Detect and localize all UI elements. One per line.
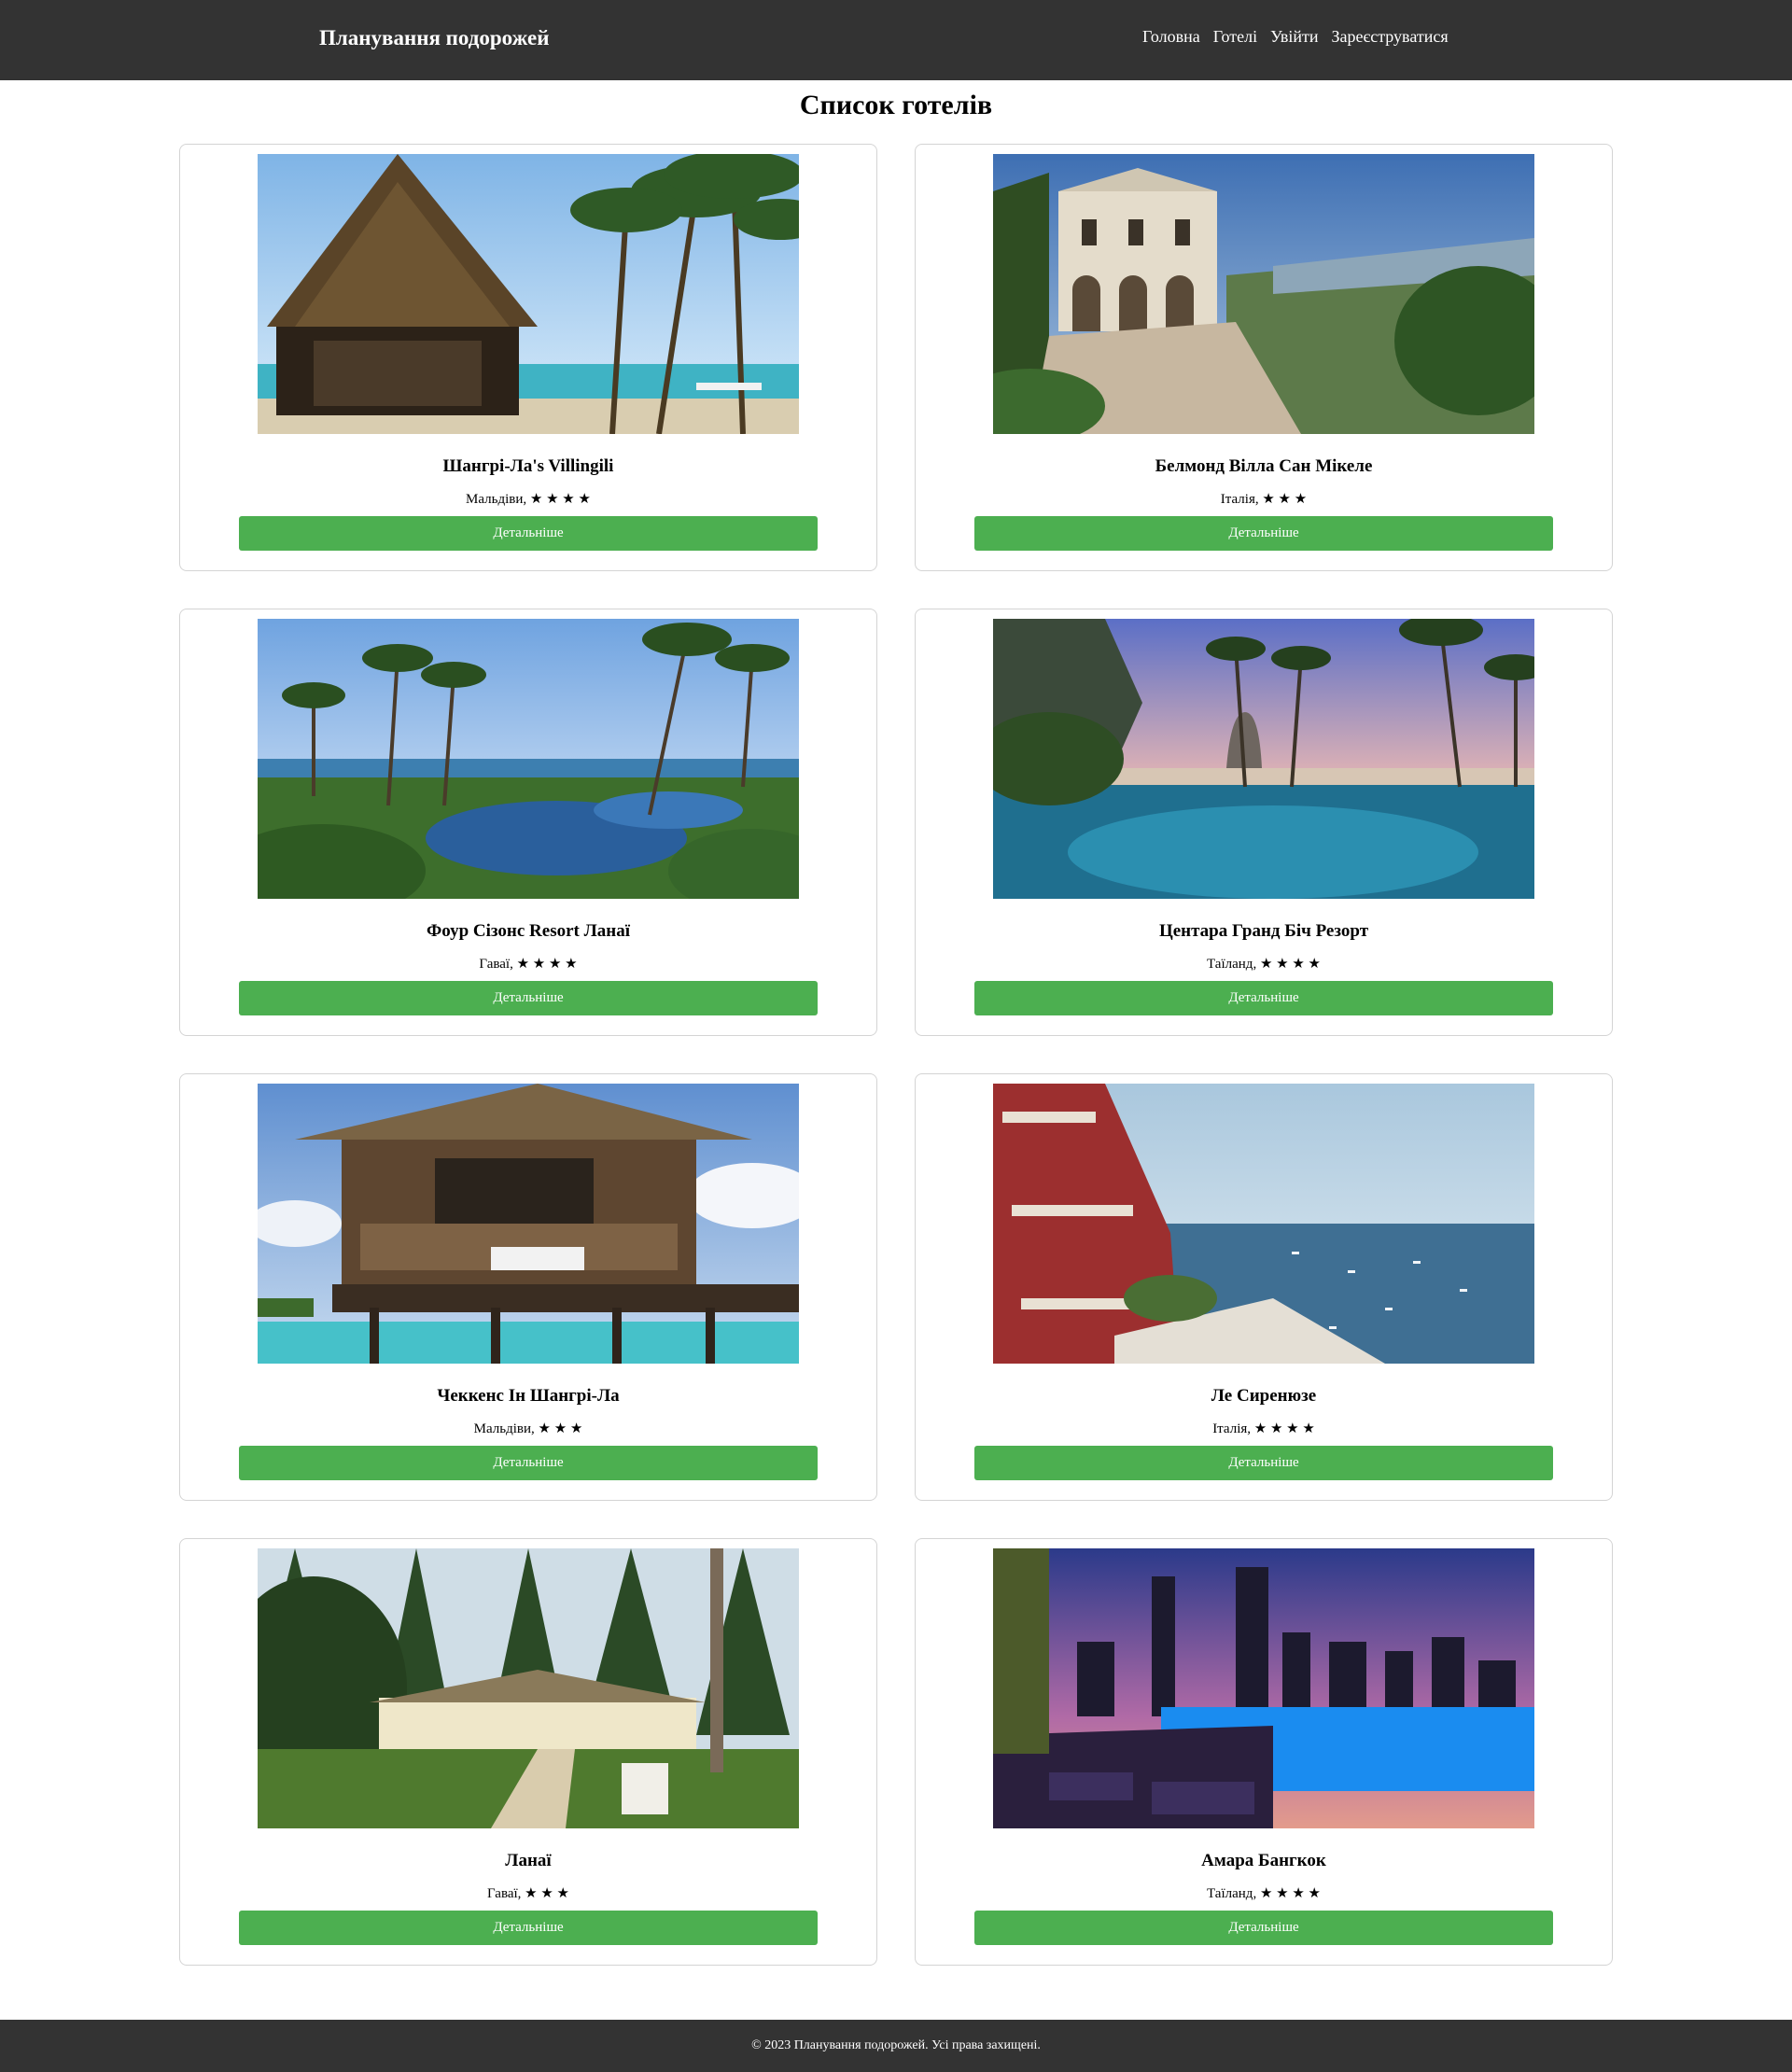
hotel-stars: ★ ★ ★ ★ (1253, 1421, 1315, 1436)
hotel-name: Ланаї (505, 1851, 552, 1870)
details-button[interactable]: Детальніше (974, 516, 1553, 551)
hotel-location-rating: Мальдіви, ★ ★ ★ ★ (466, 492, 591, 507)
hotel-location-rating: Гаваї, ★ ★ ★ ★ (479, 957, 578, 972)
hotel-card: Центара Гранд Біч Резорт Таїланд, ★ ★ ★ … (915, 609, 1613, 1036)
hotel-country: Мальдіви (473, 1421, 532, 1436)
hotel-card: Белмонд Вілла Сан Мікеле Італія, ★ ★ ★ Д… (915, 144, 1613, 571)
hotel-card: Чеккенс Ін Шангрі-Ла Мальдіви, ★ ★ ★ Дет… (179, 1073, 877, 1501)
hotel-photo-coastal-hotel (993, 1084, 1534, 1364)
hotel-country: Італія (1212, 1421, 1248, 1436)
hotel-stars: ★ ★ ★ ★ (1259, 957, 1321, 972)
nav-link-login[interactable]: Увійти (1270, 27, 1318, 47)
details-button[interactable]: Детальніше (239, 1446, 818, 1480)
hotel-card: Фоур Сізонс Resort Ланаї Гаваї, ★ ★ ★ ★ … (179, 609, 877, 1036)
hotel-stars: ★ ★ ★ ★ (529, 492, 591, 507)
hotel-location-rating: Таїланд, ★ ★ ★ ★ (1207, 1886, 1321, 1901)
hotel-location-rating: Італія, ★ ★ ★ (1220, 492, 1308, 507)
hotel-stars: ★ ★ ★ ★ (1259, 1886, 1321, 1901)
hotel-name: Чеккенс Ін Шангрі-Ла (437, 1386, 620, 1406)
nav-link-home[interactable]: Головна (1142, 27, 1200, 47)
details-button[interactable]: Детальніше (974, 981, 1553, 1015)
hotel-stars: ★ ★ ★ (538, 1421, 583, 1436)
hotel-country: Італія (1220, 492, 1255, 507)
nav-link-register[interactable]: Зареєструватися (1332, 27, 1449, 47)
hotel-card: Ланаї Гаваї, ★ ★ ★ Детальніше (179, 1538, 877, 1966)
hotel-name: Шангрі-Ла's Villingili (442, 456, 614, 476)
details-button[interactable]: Детальніше (239, 1911, 818, 1945)
hotel-card: Ле Сиренюзе Італія, ★ ★ ★ ★ Детальніше (915, 1073, 1613, 1501)
hotel-name: Белмонд Вілла Сан Мікеле (1155, 456, 1373, 476)
hotel-stars: ★ ★ ★ (525, 1886, 569, 1901)
hotel-photo-resort-pool (258, 619, 799, 899)
hotel-stars: ★ ★ ★ (1262, 492, 1308, 507)
hotel-location-rating: Італія, ★ ★ ★ ★ (1212, 1421, 1315, 1436)
hotel-photo-tropical-beach (258, 154, 799, 434)
top-navbar: Планування подорожей Головна Готелі Увій… (0, 0, 1792, 80)
hotel-photo-italian-villa (993, 154, 1534, 434)
hotel-name: Фоур Сізонс Resort Ланаї (426, 921, 630, 941)
copyright-text: © 2023 Планування подорожей. Усі права з… (751, 2038, 1041, 2052)
hotel-country: Таїланд (1207, 957, 1253, 972)
hotel-country: Гаваї (479, 957, 511, 972)
page-footer: © 2023 Планування подорожей. Усі права з… (0, 2020, 1792, 2072)
main-nav: Головна Готелі Увійти Зареєструватися (1142, 27, 1449, 47)
hotel-country: Мальдіви (466, 492, 524, 507)
hotel-name: Ле Сиренюзе (1211, 1386, 1317, 1406)
details-button[interactable]: Детальніше (239, 516, 818, 551)
page-title: Список готелів (799, 90, 993, 120)
hotel-grid: Шангрі-Ла's Villingili Мальдіви, ★ ★ ★ ★… (179, 144, 1613, 1966)
hotel-location-rating: Мальдіви, ★ ★ ★ (473, 1421, 583, 1436)
hotel-card: Шангрі-Ла's Villingili Мальдіви, ★ ★ ★ ★… (179, 144, 877, 571)
hotel-location-rating: Гаваї, ★ ★ ★ (486, 1886, 569, 1901)
hotel-name: Амара Бангкок (1201, 1851, 1326, 1870)
details-button[interactable]: Детальніше (239, 981, 818, 1015)
hotel-photo-forest-lodge (258, 1548, 799, 1828)
hotel-photo-sunset-pool (993, 619, 1534, 899)
nav-link-hotels[interactable]: Готелі (1213, 27, 1257, 47)
hotel-stars: ★ ★ ★ ★ (516, 957, 578, 972)
details-button[interactable]: Детальніше (974, 1911, 1553, 1945)
details-button[interactable]: Детальніше (974, 1446, 1553, 1480)
hotel-country: Таїланд (1207, 1886, 1253, 1901)
hotel-photo-overwater-bungalow (258, 1084, 799, 1364)
hotel-location-rating: Таїланд, ★ ★ ★ ★ (1207, 957, 1321, 972)
hotel-card: Амара Бангкок Таїланд, ★ ★ ★ ★ Детальніш… (915, 1538, 1613, 1966)
site-brand[interactable]: Планування подорожей (319, 26, 549, 50)
hotel-name: Центара Гранд Біч Резорт (1158, 921, 1369, 941)
hotel-photo-rooftop-pool (993, 1548, 1534, 1828)
hotel-country: Гаваї (486, 1886, 518, 1901)
